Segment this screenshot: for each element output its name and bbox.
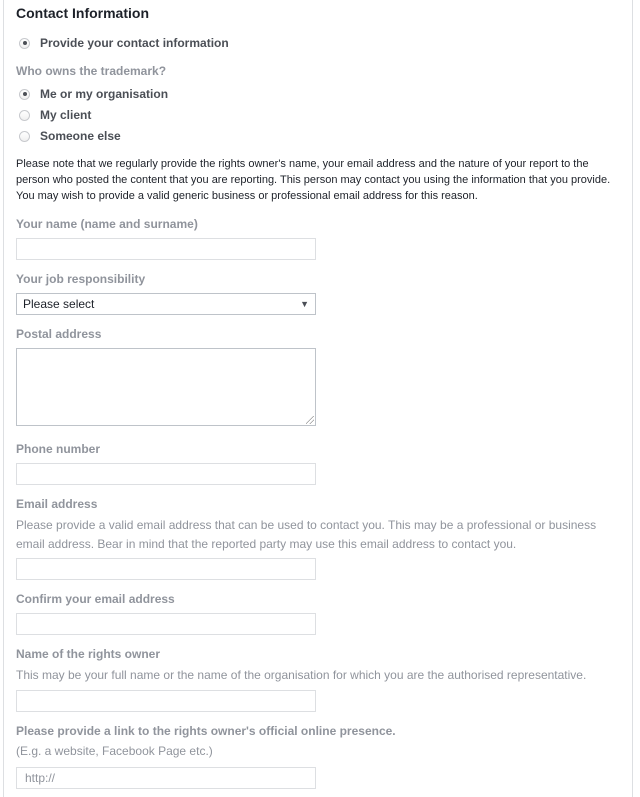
link-input[interactable]: http:// xyxy=(16,767,316,789)
email-help: Please provide a valid email address tha… xyxy=(16,518,597,551)
radio-selected-icon[interactable] xyxy=(19,37,30,49)
name-input[interactable] xyxy=(16,238,316,260)
link-help: (E.g. a website, Facebook Page etc.) xyxy=(16,744,213,758)
radio-me-or-my-organisation[interactable]: Me or my organisation xyxy=(19,87,168,101)
resize-grip-icon[interactable] xyxy=(306,416,314,424)
dropdown-arrow-icon: ▼ xyxy=(300,299,309,309)
phone-label: Phone number xyxy=(16,442,101,456)
section-title: Contact Information xyxy=(16,5,149,21)
privacy-note: Please note that we regularly provide th… xyxy=(16,158,611,202)
job-select[interactable]: Please select ▼ xyxy=(16,293,316,315)
radio-someone-else[interactable]: Someone else xyxy=(19,129,121,143)
radio-unselected-icon[interactable] xyxy=(19,130,30,142)
ownership-question: Who owns the trademark? xyxy=(16,64,167,78)
name-label: Your name (name and surname) xyxy=(16,217,198,231)
email-input[interactable] xyxy=(16,558,316,580)
radio-label: Provide your contact information xyxy=(40,36,229,50)
radio-label: Someone else xyxy=(40,129,121,143)
radio-label: Me or my organisation xyxy=(40,87,169,101)
postal-label: Postal address xyxy=(16,327,102,341)
rights-owner-input[interactable] xyxy=(16,690,316,712)
radio-selected-icon[interactable] xyxy=(19,88,30,100)
radio-provide-contact[interactable]: Provide your contact information xyxy=(19,36,229,50)
job-label: Your job responsibility xyxy=(16,272,146,286)
rights-owner-help: This may be your full name or the name o… xyxy=(16,668,587,682)
radio-unselected-icon[interactable] xyxy=(19,109,30,121)
radio-my-client[interactable]: My client xyxy=(19,108,91,122)
radio-label: My client xyxy=(40,108,92,122)
job-select-value: Please select xyxy=(23,297,95,311)
confirm-email-input[interactable] xyxy=(16,613,316,635)
postal-textarea[interactable] xyxy=(16,348,316,426)
email-label: Email address xyxy=(16,497,98,511)
rights-owner-label: Name of the rights owner xyxy=(16,647,161,661)
confirm-email-label: Confirm your email address xyxy=(16,592,175,606)
link-label: Please provide a link to the rights owne… xyxy=(16,724,396,738)
phone-input[interactable] xyxy=(16,463,316,485)
